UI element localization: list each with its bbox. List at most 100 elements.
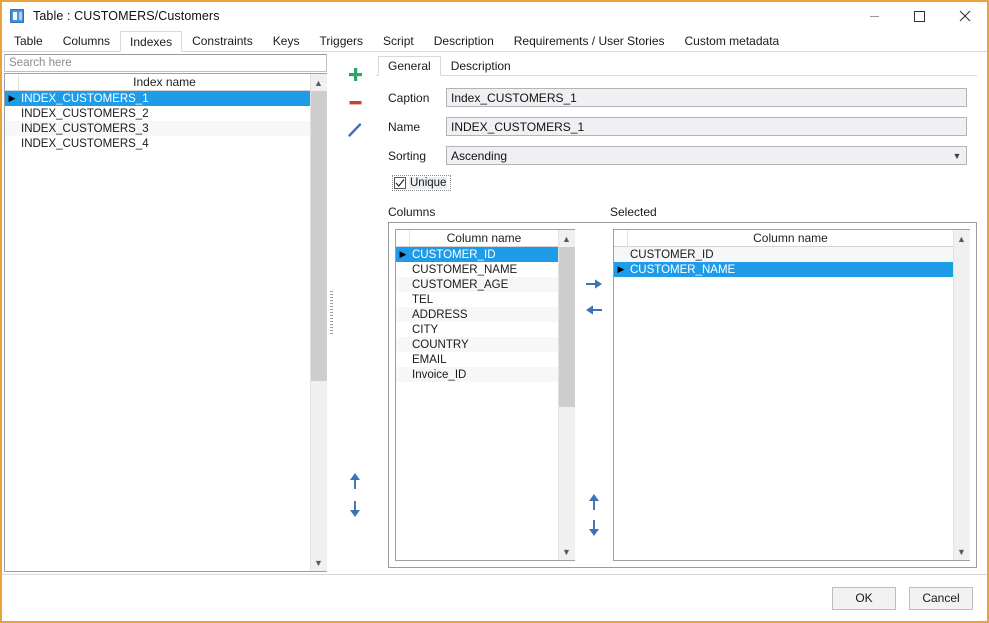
- tab-script[interactable]: Script: [373, 30, 424, 51]
- available-grid-header: Column name: [396, 230, 558, 247]
- list-item[interactable]: CUSTOMER_ID: [614, 247, 953, 262]
- index-grid-main: Index name ▶ INDEX_CUSTOMERS_1 INDEX_CUS…: [5, 74, 310, 571]
- transfer-buttons: [575, 229, 613, 561]
- unique-label: Unique: [409, 177, 448, 189]
- detail-tab-strip: General Description: [376, 55, 977, 76]
- list-item[interactable]: CITY: [396, 322, 558, 337]
- available-columns-scrollbar[interactable]: ▲ ▼: [558, 230, 575, 560]
- tab-general[interactable]: General: [378, 56, 441, 76]
- index-properties-form: Caption Index_CUSTOMERS_1 Name INDEX_CUS…: [376, 76, 977, 191]
- checkmark-icon: [395, 179, 405, 187]
- row-indicator-column-header: [396, 230, 410, 246]
- list-item[interactable]: COUNTRY: [396, 337, 558, 352]
- tab-keys[interactable]: Keys: [263, 30, 310, 51]
- unique-row: Unique: [392, 175, 977, 191]
- selected-columns-list: Column name CUSTOMER_ID ▶ CUSTOMER_NAME: [613, 229, 970, 561]
- ok-button[interactable]: OK: [832, 586, 896, 610]
- move-left-button[interactable]: [581, 297, 607, 323]
- tab-detail-description[interactable]: Description: [441, 55, 521, 75]
- scroll-down-icon[interactable]: ▼: [953, 543, 970, 560]
- name-field[interactable]: INDEX_CUSTOMERS_1: [446, 117, 967, 136]
- scrollbar-track[interactable]: [558, 247, 575, 543]
- add-index-button[interactable]: [341, 60, 369, 88]
- column-name-cell: COUNTRY: [412, 338, 469, 351]
- scroll-up-icon[interactable]: ▲: [953, 230, 970, 247]
- table-row[interactable]: ▶ INDEX_CUSTOMERS_1: [5, 91, 310, 106]
- scrollbar-track[interactable]: [953, 247, 970, 543]
- scroll-down-icon[interactable]: ▼: [558, 543, 575, 560]
- row-indicator-arrow-icon: ▶: [8, 93, 16, 103]
- name-label: Name: [388, 119, 421, 134]
- minimize-button[interactable]: [852, 2, 897, 30]
- available-grid-rows: ▶ CUSTOMER_ID CUSTOMER_NAME CUSTOMER_AGE: [396, 247, 558, 560]
- move-index-up-button[interactable]: [341, 467, 369, 495]
- column-name-cell: CITY: [412, 323, 439, 336]
- index-order-buttons: [334, 467, 376, 523]
- selected-columns-scrollbar[interactable]: ▲ ▼: [953, 230, 970, 560]
- scrollbar-thumb[interactable]: [558, 247, 575, 407]
- tab-description[interactable]: Description: [424, 30, 504, 51]
- scroll-down-icon[interactable]: ▼: [310, 554, 327, 571]
- scroll-up-icon[interactable]: ▲: [310, 74, 327, 91]
- list-item[interactable]: Invoice_ID: [396, 367, 558, 382]
- move-right-button[interactable]: [581, 271, 607, 297]
- column-header-column-name[interactable]: Column name: [628, 230, 953, 246]
- index-name-cell: INDEX_CUSTOMERS_2: [21, 107, 149, 120]
- tab-columns[interactable]: Columns: [53, 30, 120, 51]
- index-grid: Index name ▶ INDEX_CUSTOMERS_1 INDEX_CUS…: [4, 73, 327, 572]
- edit-index-button[interactable]: [341, 116, 369, 144]
- table-row[interactable]: INDEX_CUSTOMERS_4: [5, 136, 310, 151]
- column-name-cell: CUSTOMER_ID: [630, 248, 714, 261]
- list-item[interactable]: ADDRESS: [396, 307, 558, 322]
- list-item[interactable]: CUSTOMER_NAME: [396, 262, 558, 277]
- available-columns-label: Columns: [388, 205, 436, 219]
- move-index-down-button[interactable]: [341, 495, 369, 523]
- dialog-footer: OK Cancel: [2, 574, 987, 621]
- sorting-select[interactable]: Ascending ▼: [446, 146, 967, 165]
- tab-custom-metadata[interactable]: Custom metadata: [675, 30, 790, 51]
- tab-triggers[interactable]: Triggers: [309, 30, 373, 51]
- unique-checkbox[interactable]: Unique: [392, 175, 452, 191]
- tab-indexes[interactable]: Indexes: [120, 31, 183, 52]
- available-columns-list: Column name ▶ CUSTOMER_ID CUSTOMER_NAME: [395, 229, 575, 561]
- column-header-index-name[interactable]: Index name: [19, 74, 310, 90]
- list-item[interactable]: ▶ CUSTOMER_ID: [396, 247, 558, 262]
- column-name-cell: EMAIL: [412, 353, 447, 366]
- column-name-cell: CUSTOMER_AGE: [412, 278, 509, 291]
- caption-field[interactable]: Index_CUSTOMERS_1: [446, 88, 967, 107]
- transfer-pair: [581, 271, 607, 323]
- move-column-down-button[interactable]: [581, 515, 607, 541]
- close-button[interactable]: [942, 2, 987, 30]
- search-input[interactable]: Search here: [4, 54, 327, 72]
- list-item[interactable]: TEL: [396, 292, 558, 307]
- name-row: Name INDEX_CUSTOMERS_1: [388, 117, 977, 136]
- column-name-cell: Invoice_ID: [412, 368, 467, 381]
- list-item[interactable]: CUSTOMER_AGE: [396, 277, 558, 292]
- scrollbar-track[interactable]: [310, 91, 327, 554]
- available-grid-main: Column name ▶ CUSTOMER_ID CUSTOMER_NAME: [396, 230, 558, 560]
- chevron-down-icon: ▼: [952, 150, 962, 161]
- index-detail-pane: General Description Caption Index_CUSTOM…: [376, 52, 987, 574]
- remove-index-button[interactable]: [341, 88, 369, 116]
- move-column-up-button[interactable]: [581, 489, 607, 515]
- maximize-button[interactable]: [897, 2, 942, 30]
- cancel-button[interactable]: Cancel: [909, 586, 973, 610]
- tab-table[interactable]: Table: [4, 30, 53, 51]
- index-grid-header: Index name: [5, 74, 310, 91]
- tab-requirements-user-stories[interactable]: Requirements / User Stories: [504, 30, 675, 51]
- index-grid-scrollbar[interactable]: ▲ ▼: [310, 74, 327, 571]
- scroll-up-icon[interactable]: ▲: [558, 230, 575, 247]
- scrollbar-thumb[interactable]: [310, 91, 327, 381]
- column-header-column-name[interactable]: Column name: [410, 230, 558, 246]
- checkbox-box[interactable]: [394, 177, 406, 189]
- index-grid-rows: ▶ INDEX_CUSTOMERS_1 INDEX_CUSTOMERS_2 IN…: [5, 91, 310, 571]
- list-item[interactable]: EMAIL: [396, 352, 558, 367]
- table-row[interactable]: INDEX_CUSTOMERS_2: [5, 106, 310, 121]
- row-indicator-arrow-icon: ▶: [617, 264, 625, 274]
- columns-selection-area: Columns Selected Column name ▶ CUSTOMER_…: [388, 205, 977, 574]
- selected-columns-label: Selected: [610, 205, 657, 219]
- list-item[interactable]: ▶ CUSTOMER_NAME: [614, 262, 953, 277]
- table-editor-window: Table : CUSTOMERS/Customers Table Column…: [0, 0, 989, 623]
- tab-constraints[interactable]: Constraints: [182, 30, 263, 51]
- table-row[interactable]: INDEX_CUSTOMERS_3: [5, 121, 310, 136]
